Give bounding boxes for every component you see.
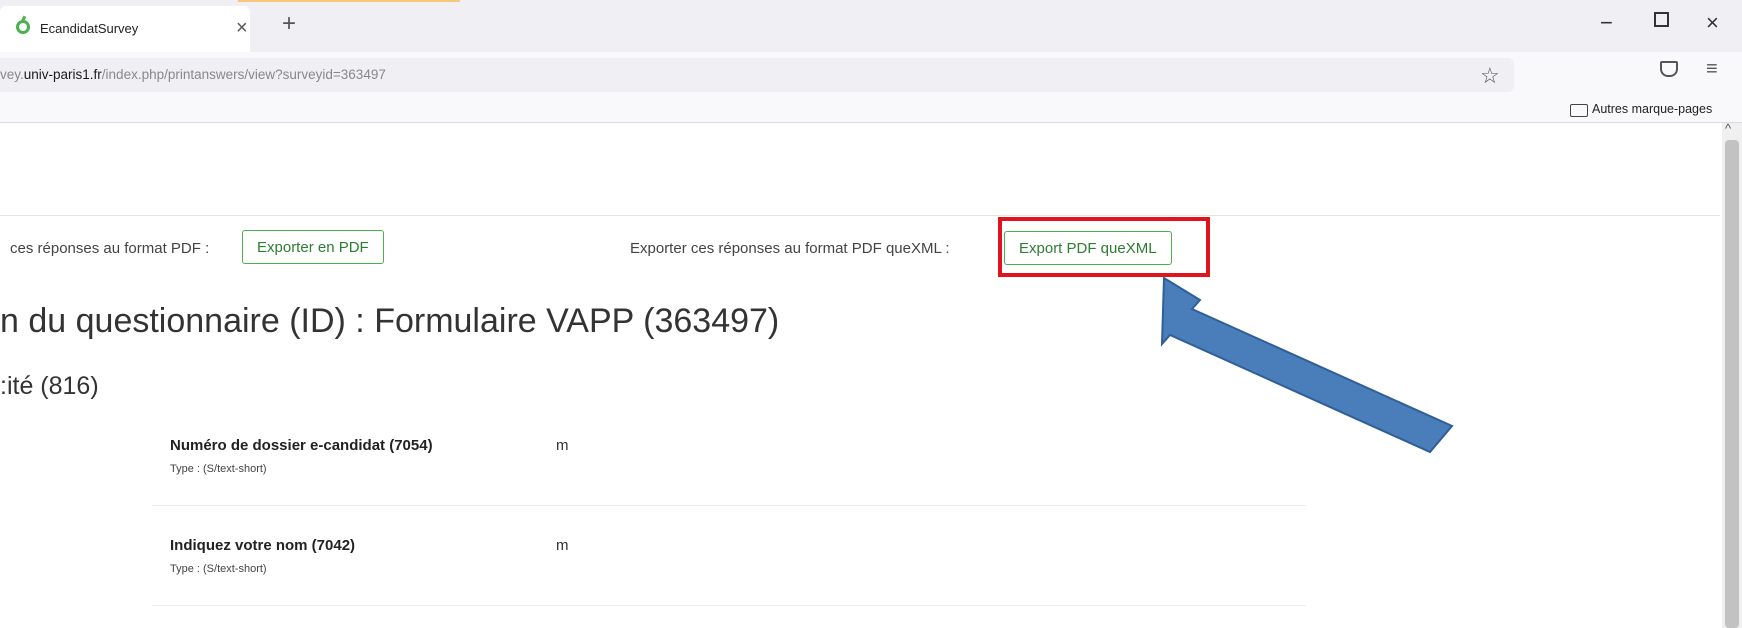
screenshot-root: EcandidatSurvey × + − × vey.univ-paris1.… <box>0 0 1742 628</box>
annotation-arrow-icon <box>1160 276 1454 454</box>
